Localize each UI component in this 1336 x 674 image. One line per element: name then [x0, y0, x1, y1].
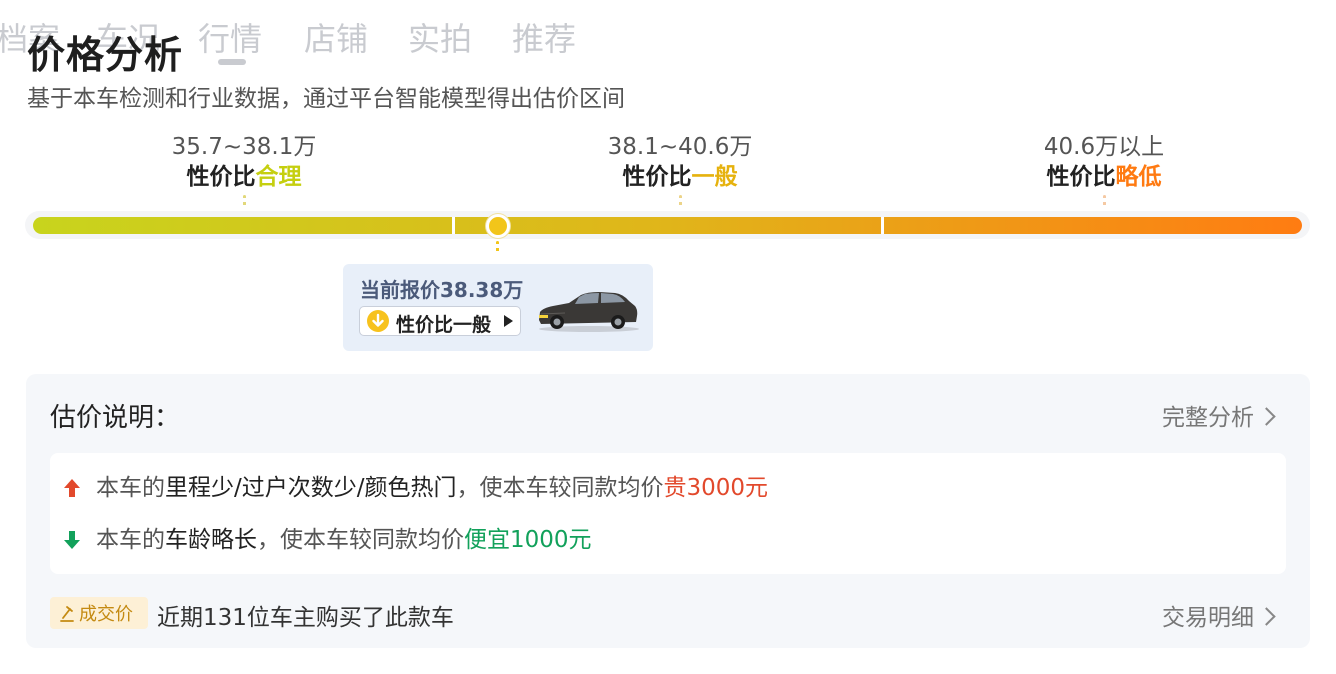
- current-quote-label: 当前报价38.38万: [360, 278, 524, 302]
- factor-text: 本车的车龄略长，使本车较同款均价便宜1000元: [96, 527, 592, 553]
- tab-photos[interactable]: 实拍: [408, 14, 472, 60]
- range-price: 38.1~40.6万: [607, 134, 753, 160]
- marker-connector: [496, 241, 499, 255]
- track-divider: [881, 217, 884, 234]
- value-rating-label: 性价比一般: [396, 314, 492, 336]
- play-arrow-icon: [504, 315, 513, 327]
- deal-summary: 近期131位车主购买了此款车: [157, 605, 454, 631]
- active-tab-indicator: [218, 59, 246, 65]
- price-range-low: 40.6万以上 性价比略低: [984, 132, 1224, 207]
- range-rating: 性价比略低: [1046, 164, 1162, 190]
- range-rating: 性价比合理: [186, 164, 302, 190]
- price-effect: 贵3000元: [663, 475, 769, 501]
- current-price-marker: [486, 214, 510, 238]
- tab-market[interactable]: 行情: [198, 14, 262, 60]
- track-divider: [452, 217, 455, 234]
- section-subtitle: 基于本车检测和行业数据，通过平台智能模型得出估价区间: [27, 86, 625, 112]
- range-rating: 性价比一般: [622, 164, 738, 190]
- range-connector: [242, 195, 246, 207]
- chevron-right-icon: [1257, 407, 1276, 426]
- value-rating-button[interactable]: 性价比一般: [359, 306, 521, 336]
- transaction-details-link[interactable]: 交易明细: [1162, 598, 1276, 632]
- price-range-reasonable: 35.7~38.1万 性价比合理: [124, 132, 364, 207]
- arrow-up-icon: [64, 479, 80, 497]
- hammer-icon: [60, 606, 74, 622]
- section-title: 价格分析: [27, 33, 184, 77]
- factor-text: 本车的里程少/过户次数少/颜色热门，使本车较同款均价贵3000元: [96, 475, 769, 501]
- price-track: [33, 217, 1302, 234]
- range-level: 一般: [691, 164, 738, 190]
- range-price: 35.7~38.1万: [171, 134, 317, 160]
- deal-price-badge: 成交价: [50, 597, 148, 629]
- range-connector: [1102, 195, 1106, 207]
- range-level: 略低: [1115, 164, 1162, 190]
- arrow-down-icon: [64, 531, 80, 549]
- tab-recommend[interactable]: 推荐: [512, 14, 576, 60]
- car-thumbnail: [539, 292, 639, 332]
- chevron-right-icon: [1257, 607, 1276, 626]
- price-effect: 便宜1000元: [464, 527, 592, 553]
- range-price: 40.6万以上: [1043, 134, 1165, 160]
- range-connector: [678, 195, 682, 207]
- price-range-average: 38.1~40.6万 性价比一般: [560, 132, 800, 207]
- down-arrow-icon: [367, 310, 389, 332]
- full-analysis-link[interactable]: 完整分析: [1162, 398, 1276, 432]
- range-level: 合理: [255, 164, 302, 190]
- valuation-title: 估价说明：: [50, 403, 181, 433]
- tab-store[interactable]: 店铺: [304, 14, 368, 60]
